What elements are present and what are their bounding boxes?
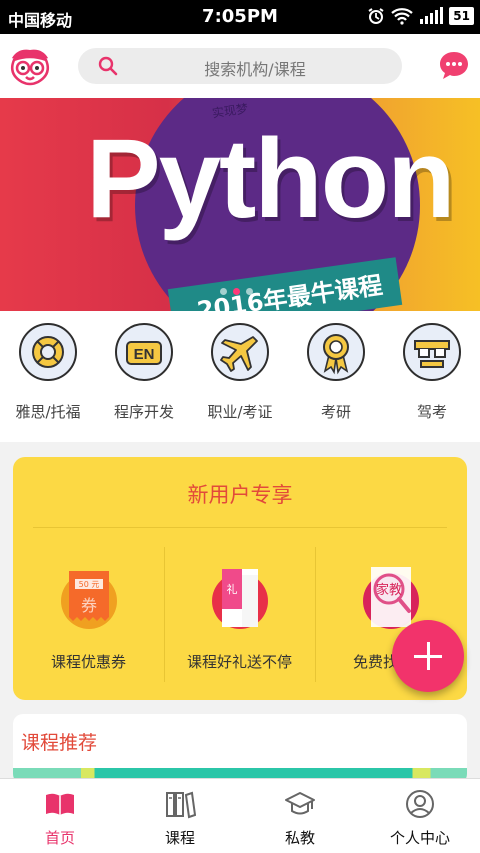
chat-bubble-icon[interactable] [438, 50, 470, 80]
category-ielts-toefl[interactable]: 雅思/托福 [0, 323, 96, 422]
alarm-icon [368, 8, 384, 24]
tab-courses[interactable]: 课程 [120, 779, 240, 853]
award-ribbon-icon [307, 323, 365, 381]
graduation-cap-icon [285, 792, 315, 815]
bottom-navigation: 首页 课程 私教 个人中心 [0, 778, 480, 853]
category-grid: 雅思/托福 EN 程序开发 职业/考证 考研 驾考 [0, 311, 480, 442]
category-driving[interactable]: 驾考 [384, 323, 480, 422]
search-bar[interactable]: 搜索机构/课程 [78, 48, 402, 84]
tab-home[interactable]: 首页 [0, 779, 120, 853]
battery-level: 51 [449, 7, 474, 25]
tab-label: 首页 [44, 829, 75, 847]
pager-dot-active[interactable] [233, 288, 240, 295]
tutor-search-icon: 家教 [361, 565, 421, 631]
category-label: 雅思/托福 [15, 403, 81, 421]
status-icons: 51 [367, 7, 474, 25]
app-header: 搜索机构/课程 [0, 34, 480, 98]
new-user-title: 新用户专享 [187, 483, 293, 507]
wifi-icon [391, 8, 414, 25]
coupon-icon: 50 元券 [59, 565, 119, 631]
perk-gift[interactable]: 礼 课程好礼送不停 [164, 565, 315, 672]
owl-mascot-logo[interactable] [8, 46, 52, 86]
svg-text:EN: EN [134, 346, 155, 363]
pager-dot[interactable] [220, 288, 227, 295]
svg-text:50 元: 50 元 [78, 580, 99, 589]
category-programming[interactable]: EN 程序开发 [96, 323, 192, 422]
svg-text:家教: 家教 [375, 582, 401, 598]
svg-text:券: 券 [80, 596, 96, 615]
svg-text:礼: 礼 [226, 582, 237, 596]
steering-glasses-icon [403, 323, 461, 381]
tab-label: 课程 [164, 829, 195, 847]
status-bar: 中国移动 7:05PM 51 [0, 0, 480, 34]
category-career-cert[interactable]: 职业/考证 [192, 323, 288, 422]
section-title: 课程推荐 [21, 732, 98, 754]
pager-dot[interactable] [246, 288, 253, 295]
gift-icon: 礼 [210, 565, 270, 631]
category-label: 驾考 [416, 403, 447, 421]
lifebuoy-icon [19, 323, 77, 381]
promo-banner[interactable]: 实现梦 Python 2016年最牛课程 [0, 98, 480, 311]
tab-label: 个人中心 [389, 829, 450, 847]
perk-label: 课程优惠券 [50, 653, 126, 671]
banner-headline: Python [86, 116, 456, 241]
category-label: 考研 [320, 403, 351, 421]
book-open-icon [46, 793, 74, 815]
tab-profile[interactable]: 个人中心 [360, 779, 480, 853]
add-fab-button[interactable] [392, 620, 464, 692]
category-postgraduate[interactable]: 考研 [288, 323, 384, 422]
signal-icon [420, 7, 444, 24]
en-badge-icon: EN [115, 323, 173, 381]
tab-label: 私教 [284, 829, 315, 847]
bookshelf-icon [166, 791, 196, 819]
banner-pager[interactable] [220, 288, 253, 295]
perk-coupon[interactable]: 50 元券 课程优惠券 [13, 565, 164, 672]
category-label: 职业/考证 [207, 403, 273, 421]
divider [33, 527, 447, 528]
airplane-icon [211, 323, 269, 381]
app-screen: 中国移动 7:05PM 51 搜索机构/课程 实现梦 Python 2016年最… [0, 0, 480, 853]
tab-private-tutor[interactable]: 私教 [240, 779, 360, 853]
search-placeholder: 搜索机构/课程 [204, 60, 306, 79]
user-profile-icon [406, 790, 434, 818]
category-label: 程序开发 [113, 403, 174, 421]
perk-label: 课程好礼送不停 [186, 653, 292, 671]
course-recommend-section: 课程推荐 [13, 714, 467, 784]
